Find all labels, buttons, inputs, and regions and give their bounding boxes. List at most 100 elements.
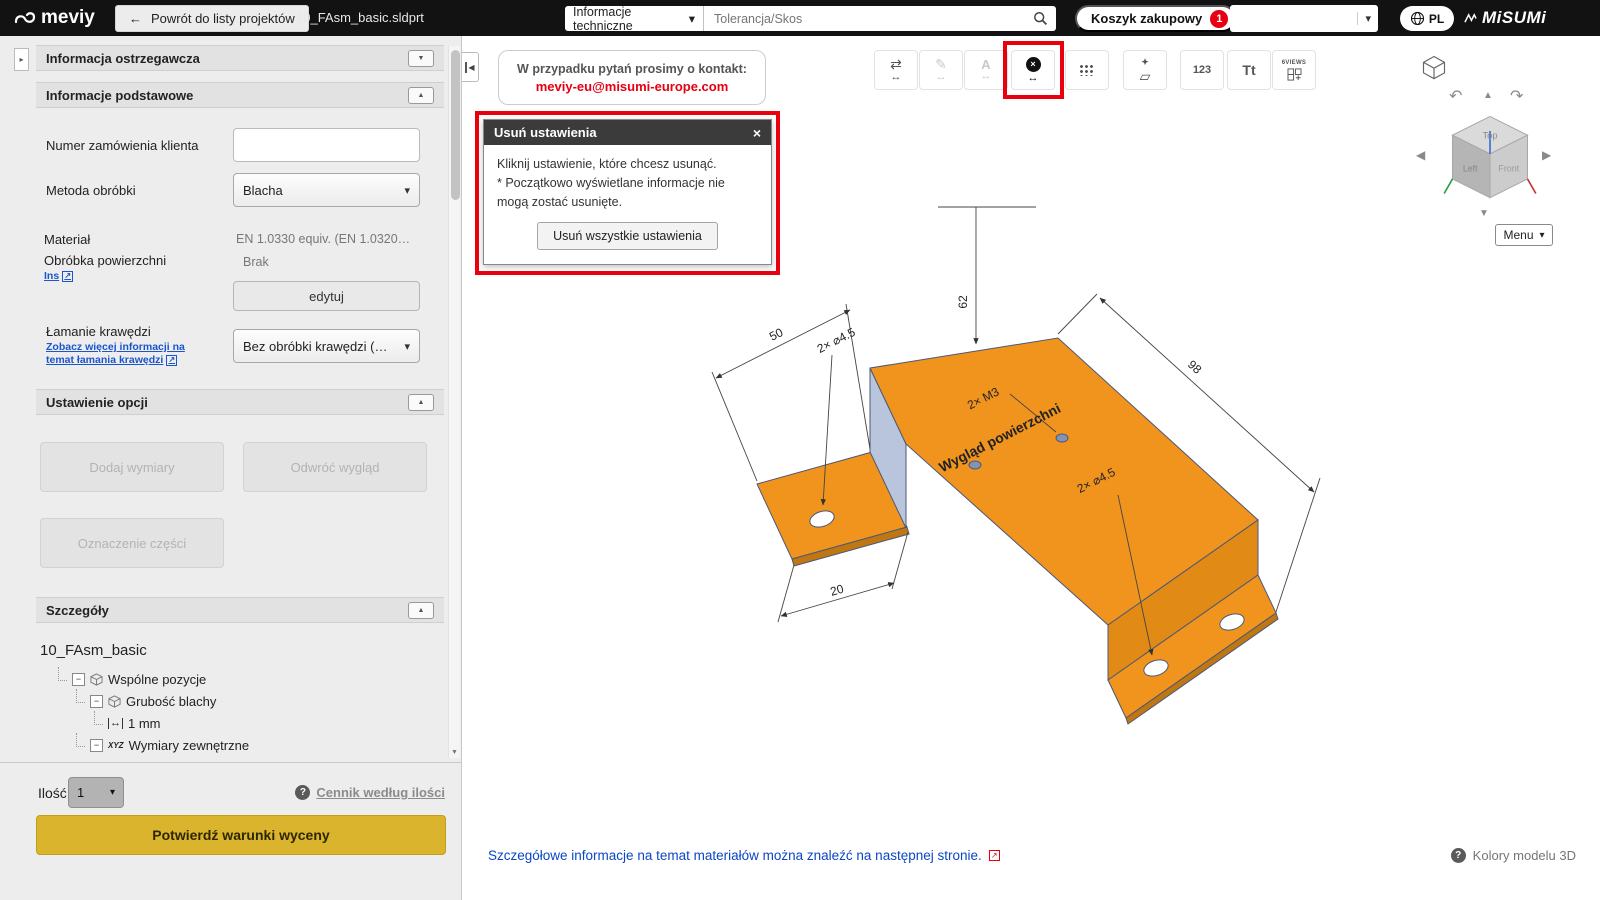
dim-20[interactable]: 20: [829, 581, 846, 598]
tree-node-label: Grubość blachy: [126, 694, 216, 709]
edit-button[interactable]: edytuj: [233, 281, 420, 311]
delete-settings-popup: Usuń ustawienia × Kliknij ustawienie, kt…: [483, 119, 772, 265]
tree-node-label: 1 mm: [128, 716, 161, 731]
language-code: PL: [1429, 12, 1444, 26]
back-to-projects-button[interactable]: ← Powrót do listy projektów: [115, 5, 309, 32]
edge-break-select[interactable]: Bez obróbki krawędzi (… ▾: [233, 329, 420, 363]
tree-node-outer-dimensions[interactable]: − XYZ Wymiary zewnętrzne: [76, 733, 249, 758]
surface-value: Brak: [243, 255, 269, 269]
meviy-logo[interactable]: meviy: [14, 7, 95, 29]
panel-header-warning[interactable]: Informacja ostrzegawcza ▼: [36, 45, 444, 71]
order-number-input[interactable]: [233, 128, 420, 162]
hole-pattern-button[interactable]: [1065, 50, 1109, 90]
flip-appearance-button[interactable]: Odwróć wygląd: [243, 442, 427, 492]
project-select[interactable]: ▾: [1230, 5, 1378, 32]
delete-dimension-button[interactable]: × ↔: [1011, 50, 1055, 90]
material-value: EN 1.0330 equiv. (EN 1.0320…: [236, 232, 436, 246]
close-icon[interactable]: ×: [753, 125, 761, 141]
panel-options-toggle-button[interactable]: ▲: [408, 394, 434, 411]
search-input[interactable]: [704, 12, 1033, 26]
model-m3-hole-1[interactable]: [969, 461, 981, 469]
technical-info-select[interactable]: Informacje techniczne ▾: [565, 6, 704, 31]
sparkle-icon: ✦: [1141, 57, 1149, 68]
model-m3-hole-2[interactable]: [1056, 434, 1068, 442]
ins-link[interactable]: Ins ↗: [44, 270, 73, 282]
quantity-pricing-link[interactable]: ? Cennik według ilości: [295, 785, 445, 800]
rotate-right-face-icon[interactable]: ▶: [1542, 148, 1551, 162]
sidebar-collapse-handle[interactable]: ◀: [462, 52, 479, 82]
contact-email-link[interactable]: meviy-eu@misumi-europe.com: [536, 79, 729, 94]
dim-98[interactable]: 98: [1185, 357, 1205, 377]
text-icon: Tt: [1242, 65, 1255, 76]
dots-grid-icon: [1079, 64, 1095, 76]
tree-collapse-icon[interactable]: −: [90, 739, 103, 752]
text-dimension-button[interactable]: A ↔: [964, 50, 1008, 90]
panel-details-toggle-button[interactable]: ▲: [408, 602, 434, 619]
swap-views-button[interactable]: ⇄ ↔: [874, 50, 918, 90]
view-menu-button[interactable]: Menu ▾: [1495, 224, 1553, 246]
panel-header-details[interactable]: Szczegóły ▲: [36, 597, 444, 623]
dimension-arrow-icon: ↔: [981, 71, 992, 82]
chevron-up-icon: ▲: [418, 607, 425, 614]
isometric-view-icon[interactable]: [1420, 54, 1448, 80]
tilt-down-icon[interactable]: ▼: [1479, 208, 1489, 219]
part-marking-button[interactable]: Oznaczenie części: [40, 518, 224, 568]
text-tool-button[interactable]: Tt: [1227, 50, 1271, 90]
search-icon[interactable]: [1033, 11, 1048, 26]
materials-info-link[interactable]: Szczegółowe informacje na temat materiał…: [488, 848, 1000, 863]
cart-count-badge: 1: [1210, 10, 1228, 28]
panel-basic-toggle-button[interactable]: ▲: [408, 87, 434, 104]
dim-holes-left[interactable]: 2× ⌀4.5: [815, 325, 858, 356]
model-colors-link[interactable]: ? Kolory modelu 3D: [1451, 848, 1576, 863]
popup-body: Kliknij ustawienie, które chcesz usunąć.…: [484, 145, 771, 264]
dim-50[interactable]: 50: [767, 325, 786, 344]
material-label: Materiał: [44, 232, 90, 247]
numbering-button[interactable]: 123: [1180, 50, 1224, 90]
materials-link-label: Szczegółowe informacje na temat materiał…: [488, 848, 982, 863]
chevron-down-icon: ▾: [404, 340, 410, 353]
tree-collapse-icon[interactable]: −: [90, 695, 103, 708]
language-selector[interactable]: PL: [1400, 6, 1454, 31]
external-link-icon: ↗: [62, 271, 73, 282]
warning-panel-expand-handle[interactable]: ▸: [14, 48, 29, 71]
tree-root-node[interactable]: 10_FAsm_basic: [40, 642, 147, 659]
tree-collapse-icon[interactable]: −: [72, 673, 85, 686]
panel-warning-toggle-button[interactable]: ▼: [408, 50, 434, 67]
confirm-quote-button[interactable]: Potwierdź warunki wyceny: [36, 815, 446, 855]
scrollbar-thumb[interactable]: [451, 50, 460, 200]
six-views-button[interactable]: 6VIEWS: [1272, 50, 1316, 90]
tilt-up-icon[interactable]: ▲: [1483, 90, 1493, 101]
misumi-logo-icon: [1464, 12, 1477, 25]
sidebar-scrollbar[interactable]: ▼: [448, 46, 460, 758]
panel-header-basic-info[interactable]: Informacje podstawowe ▲: [36, 82, 444, 108]
view-cube[interactable]: Top Left Front: [1440, 106, 1540, 206]
panel-details-title: Szczegóły: [46, 603, 109, 618]
view-cube-top-label[interactable]: Top: [1482, 130, 1497, 140]
panel-options-title: Ustawienie opcji: [46, 395, 148, 410]
view-cube-left-label[interactable]: Left: [1463, 164, 1478, 174]
view-cube-front-label[interactable]: Front: [1498, 164, 1519, 174]
edge-break-info-link[interactable]: Zobacz więcej informacji na: [46, 341, 185, 353]
chevron-up-icon: ▲: [418, 399, 425, 406]
rotate-left-icon[interactable]: ↶: [1449, 86, 1462, 106]
dim-62[interactable]: 62: [956, 295, 970, 309]
rotate-left-face-icon[interactable]: ◀: [1416, 148, 1425, 162]
numbers-icon: 123: [1193, 65, 1211, 76]
panel-header-options[interactable]: Ustawienie opcji ▲: [36, 389, 444, 415]
surface-finish-button[interactable]: ✦ ▱: [1123, 50, 1167, 90]
delete-all-settings-button[interactable]: Usuń wszystkie ustawienia: [537, 222, 718, 250]
scrollbar-down-arrow[interactable]: ▼: [449, 749, 460, 756]
cart-button[interactable]: Koszyk zakupowy 1: [1075, 5, 1236, 32]
method-select[interactable]: Blacha ▾: [233, 173, 420, 207]
surface-label: Obróbka powierzchni: [44, 253, 166, 268]
edge-break-info-link-2[interactable]: temat łamania krawędzi ↗: [46, 354, 177, 366]
misumi-brand-text: MiSUMi: [1482, 8, 1546, 28]
panel-basic-title: Informacje podstawowe: [46, 88, 193, 103]
quantity-select[interactable]: 1 ▾: [68, 777, 124, 808]
viewer-canvas[interactable]: ◀ W przypadku pytań prosimy o kontakt: m…: [462, 36, 1600, 900]
rotate-right-icon[interactable]: ↷: [1510, 86, 1523, 106]
add-dimensions-button[interactable]: Dodaj wymiary: [40, 442, 224, 492]
edit-dimension-button[interactable]: ✎ ↔: [919, 50, 963, 90]
collapse-left-icon: ◀: [468, 63, 474, 72]
globe-icon: [1410, 11, 1425, 26]
